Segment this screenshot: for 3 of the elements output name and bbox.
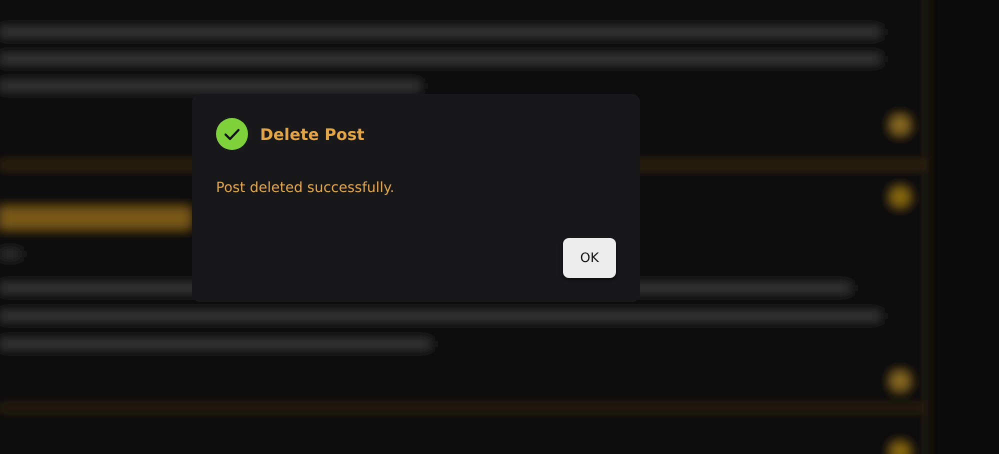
ok-button[interactable]: OK: [563, 238, 616, 278]
dialog-message: Post deleted successfully.: [216, 180, 396, 196]
dialog-title: Delete Post: [260, 124, 364, 144]
